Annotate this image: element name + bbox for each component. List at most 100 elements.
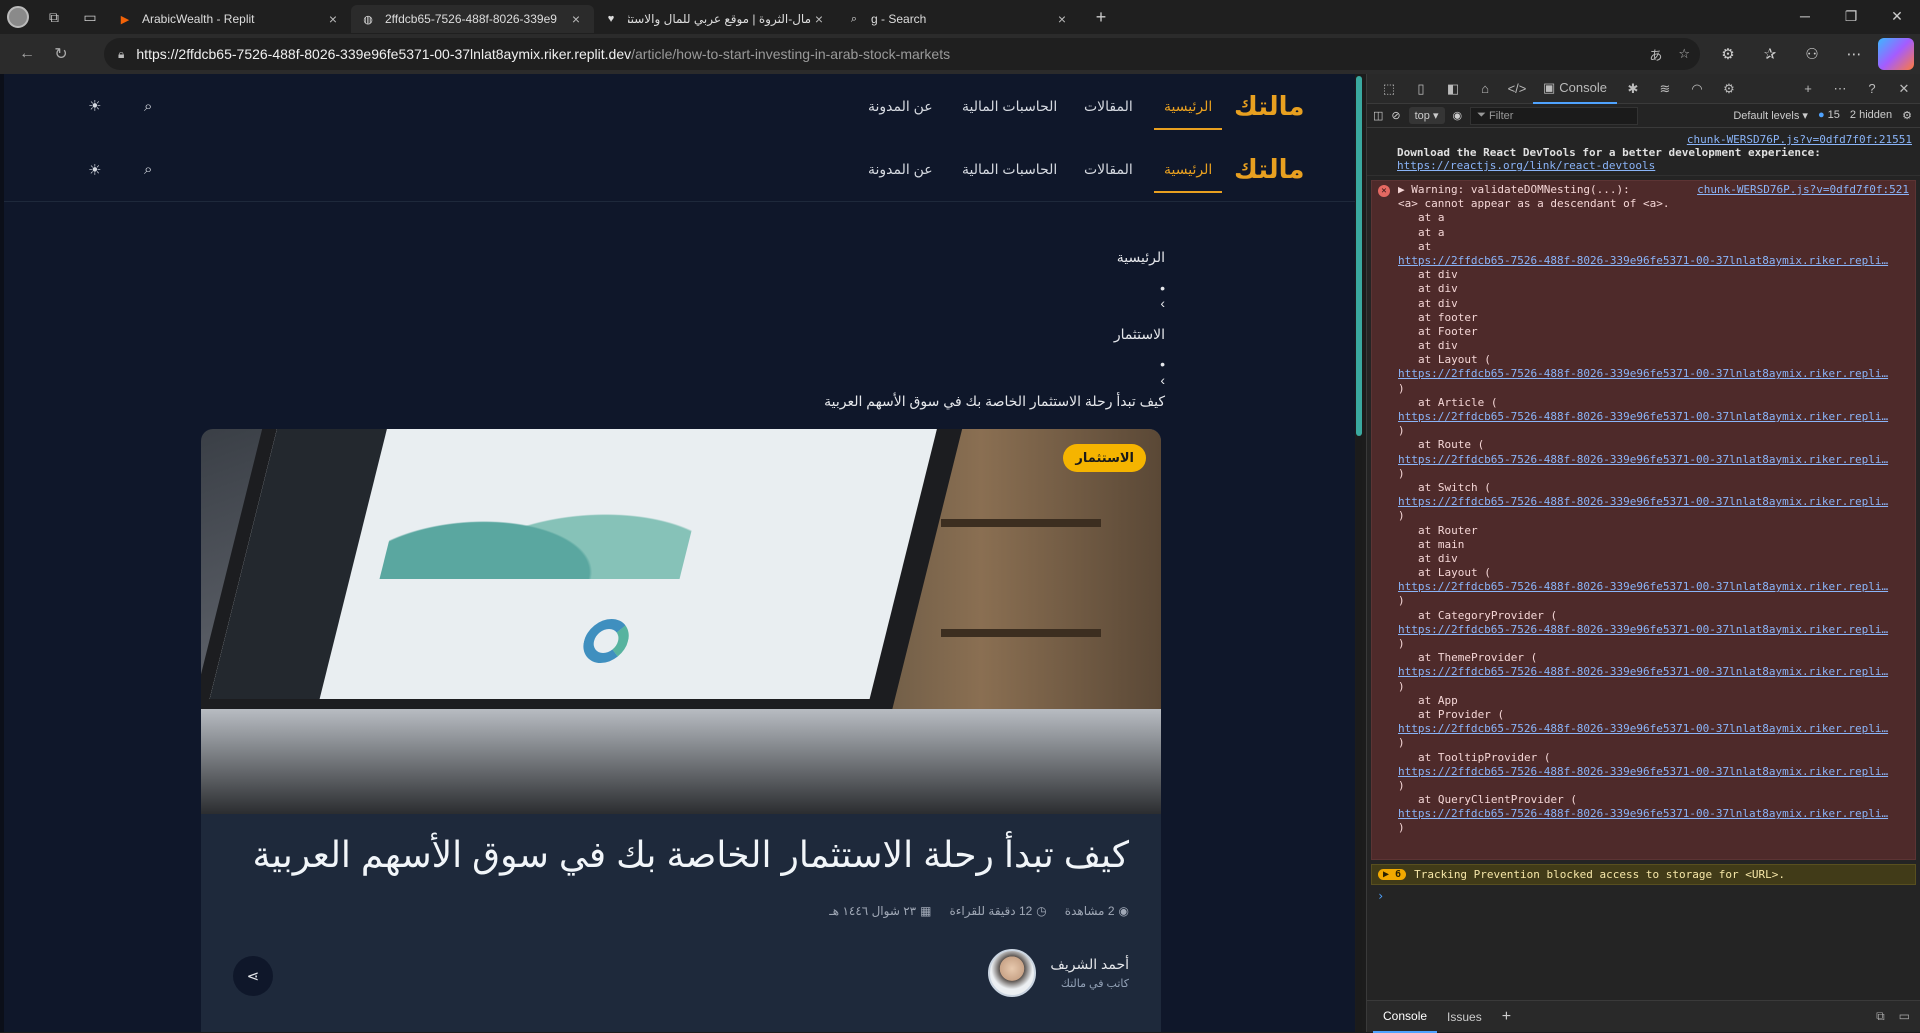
- search-icon[interactable]: ⌕: [144, 98, 152, 115]
- category-badge[interactable]: الاستثمار: [1063, 444, 1146, 472]
- help-icon[interactable]: ?: [1856, 74, 1888, 104]
- console-message-warning: ▶ 6 Tracking Prevention blocked access t…: [1371, 864, 1916, 885]
- dock-icon[interactable]: ◧: [1437, 74, 1469, 104]
- stack-url-link[interactable]: https://2ffdcb65-7526-488f-8026-339e96fe…: [1398, 580, 1909, 594]
- site-logo[interactable]: مالتك: [1234, 154, 1304, 185]
- close-tab-icon[interactable]: ×: [568, 11, 584, 27]
- minimize-icon[interactable]: ─: [1782, 0, 1828, 32]
- error-icon: ✕: [1378, 185, 1390, 197]
- log-levels-select[interactable]: Default levels ▾: [1733, 109, 1808, 122]
- tab-actions-icon[interactable]: ▭: [72, 0, 108, 34]
- page-scrollbar[interactable]: [1356, 74, 1362, 1032]
- more-menu-icon[interactable]: ⋯: [1836, 38, 1872, 70]
- settings-gear-icon[interactable]: ⚙: [1713, 74, 1745, 104]
- message-source-link[interactable]: chunk-WERSD76P.js?v=0dfd7f0f:21551: [1397, 133, 1912, 146]
- error-source-link[interactable]: chunk-WERSD76P.js?v=0dfd7f0f:521: [1697, 183, 1909, 197]
- stack-url-link[interactable]: https://2ffdcb65-7526-488f-8026-339e96fe…: [1398, 495, 1909, 509]
- tab-console[interactable]: ▣ Console: [1533, 74, 1617, 104]
- favorites-icon[interactable]: ✰: [1752, 38, 1788, 70]
- nav-articles[interactable]: المقالات: [1084, 98, 1133, 115]
- expand-triangle-icon[interactable]: ▶: [1398, 183, 1405, 196]
- translate-icon[interactable]: あ: [1649, 45, 1662, 64]
- stack-url-link[interactable]: https://2ffdcb65-7526-488f-8026-339e96fe…: [1398, 367, 1909, 381]
- close-window-icon[interactable]: ✕: [1874, 0, 1920, 32]
- drawer-tab-issues[interactable]: Issues: [1437, 1001, 1492, 1033]
- search-icon[interactable]: ⌕: [144, 161, 152, 178]
- stack-url-link[interactable]: https://2ffdcb65-7526-488f-8026-339e96fe…: [1398, 765, 1909, 779]
- clock-icon: ◷: [1036, 904, 1047, 918]
- workspaces-icon[interactable]: ⧉: [36, 0, 72, 34]
- stack-url-link[interactable]: https://2ffdcb65-7526-488f-8026-339e96fe…: [1398, 453, 1909, 467]
- sources-icon[interactable]: ✱: [1617, 74, 1649, 104]
- close-tab-icon[interactable]: ×: [1054, 11, 1070, 27]
- sidebar-toggle-icon[interactable]: ◫: [1373, 109, 1383, 122]
- add-panel-icon[interactable]: +: [1792, 74, 1824, 104]
- address-bar[interactable]: 🔒︎ https://2ffdcb65-7526-488f-8026-339e9…: [104, 38, 1700, 70]
- heart-icon: ♥: [607, 13, 615, 25]
- author-name[interactable]: أحمد الشريف: [1050, 956, 1129, 973]
- live-expression-eye-icon[interactable]: ◉: [1453, 109, 1463, 122]
- nav-about[interactable]: عن المدونة: [868, 161, 933, 178]
- site-logo[interactable]: مالتك: [1234, 91, 1304, 122]
- favorite-star-icon[interactable]: ☆: [1678, 46, 1690, 62]
- new-tab-button[interactable]: +: [1086, 3, 1116, 31]
- issues-counter[interactable]: ● 15: [1818, 109, 1840, 122]
- stack-url-link[interactable]: https://2ffdcb65-7526-488f-8026-339e96fe…: [1398, 410, 1909, 424]
- back-icon[interactable]: ←: [10, 38, 44, 70]
- console-prompt[interactable]: ›: [1367, 885, 1920, 907]
- site-header: مالتك الرئيسية المقالات الحاسبات المالية…: [4, 74, 1355, 138]
- performance-icon[interactable]: ◠: [1681, 74, 1713, 104]
- browser-tab[interactable]: ♥ مال-الثروة | موقع عربي للمال والاستثما…: [594, 5, 837, 33]
- nav-calculators[interactable]: الحاسبات المالية: [962, 98, 1057, 115]
- nav-home[interactable]: الرئيسية: [1153, 98, 1223, 130]
- breadcrumb-category[interactable]: الاستثمار: [565, 326, 1165, 343]
- extensions-icon[interactable]: ⚙: [1710, 38, 1746, 70]
- console-settings-icon[interactable]: ⚙: [1902, 109, 1912, 122]
- nav-about[interactable]: عن المدونة: [868, 98, 933, 115]
- nav-home[interactable]: الرئيسية: [1153, 161, 1223, 193]
- stack-url-link[interactable]: https://2ffdcb65-7526-488f-8026-339e96fe…: [1398, 623, 1909, 637]
- add-drawer-tab-icon[interactable]: +: [1492, 1001, 1521, 1033]
- page-viewport: مالتك الرئيسية المقالات الحاسبات المالية…: [0, 74, 1355, 1032]
- network-icon[interactable]: ≋: [1649, 74, 1681, 104]
- inspect-icon[interactable]: ⬚: [1373, 74, 1405, 104]
- breadcrumb-home[interactable]: الرئيسية: [565, 249, 1165, 266]
- stack-url-link[interactable]: https://2ffdcb65-7526-488f-8026-339e96fe…: [1398, 722, 1909, 736]
- nav-articles[interactable]: المقالات: [1084, 161, 1133, 178]
- close-tab-icon[interactable]: ×: [325, 11, 341, 27]
- stack-url-link[interactable]: https://2ffdcb65-7526-488f-8026-339e96fe…: [1398, 665, 1909, 679]
- devtools-link[interactable]: https://reactjs.org/link/react-devtools: [1397, 159, 1912, 172]
- browser-tab[interactable]: ▶ ArabicWealth - Replit ×: [108, 5, 351, 33]
- console-icon: ▣: [1543, 79, 1556, 95]
- avatar[interactable]: [988, 949, 1037, 997]
- filter-input[interactable]: ⏷ Filter: [1470, 106, 1639, 125]
- nav-calculators[interactable]: الحاسبات المالية: [962, 161, 1057, 178]
- stack-frame: at div: [1418, 282, 1458, 296]
- more-tools-icon[interactable]: ⋯: [1824, 74, 1856, 104]
- lock-icon[interactable]: 🔒︎: [118, 47, 124, 62]
- restore-icon[interactable]: ❐: [1828, 0, 1874, 32]
- browser-tab-active[interactable]: ◍ 2ffdcb65-7526-488f-8026-339e9 ×: [351, 5, 594, 33]
- drawer-tab-console[interactable]: Console: [1373, 1001, 1438, 1033]
- close-drawer-icon[interactable]: ▭: [1899, 1009, 1910, 1024]
- browser-tab[interactable]: ⌕ g - Search ×: [837, 5, 1080, 33]
- theme-toggle-icon[interactable]: ☀: [88, 97, 101, 115]
- close-devtools-icon[interactable]: ✕: [1888, 74, 1920, 104]
- close-tab-icon[interactable]: ×: [811, 11, 827, 27]
- copilot-icon[interactable]: [1878, 38, 1914, 70]
- stack-url-link[interactable]: https://2ffdcb65-7526-488f-8026-339e96fe…: [1398, 254, 1909, 268]
- elements-icon[interactable]: </>: [1501, 74, 1533, 104]
- downloads-icon[interactable]: ⚇: [1794, 38, 1830, 70]
- refresh-icon[interactable]: ↻: [44, 38, 78, 70]
- stack-url-link[interactable]: https://2ffdcb65-7526-488f-8026-339e96fe…: [1398, 807, 1909, 821]
- share-button[interactable]: ⋖: [233, 956, 273, 996]
- scrollbar-thumb[interactable]: [1356, 76, 1362, 436]
- clear-console-icon[interactable]: ⊘: [1391, 109, 1400, 122]
- device-emulation-icon[interactable]: ▯: [1405, 74, 1437, 104]
- theme-toggle-icon[interactable]: ☀: [88, 161, 101, 179]
- article-date: ٢٣ شوال ١٤٤٦ هـ: [829, 904, 917, 918]
- welcome-icon[interactable]: ⌂: [1469, 74, 1501, 104]
- context-select[interactable]: top ▾: [1408, 107, 1445, 124]
- dock-drawer-icon[interactable]: ⧉: [1876, 1009, 1885, 1024]
- profile-avatar[interactable]: [0, 0, 36, 34]
